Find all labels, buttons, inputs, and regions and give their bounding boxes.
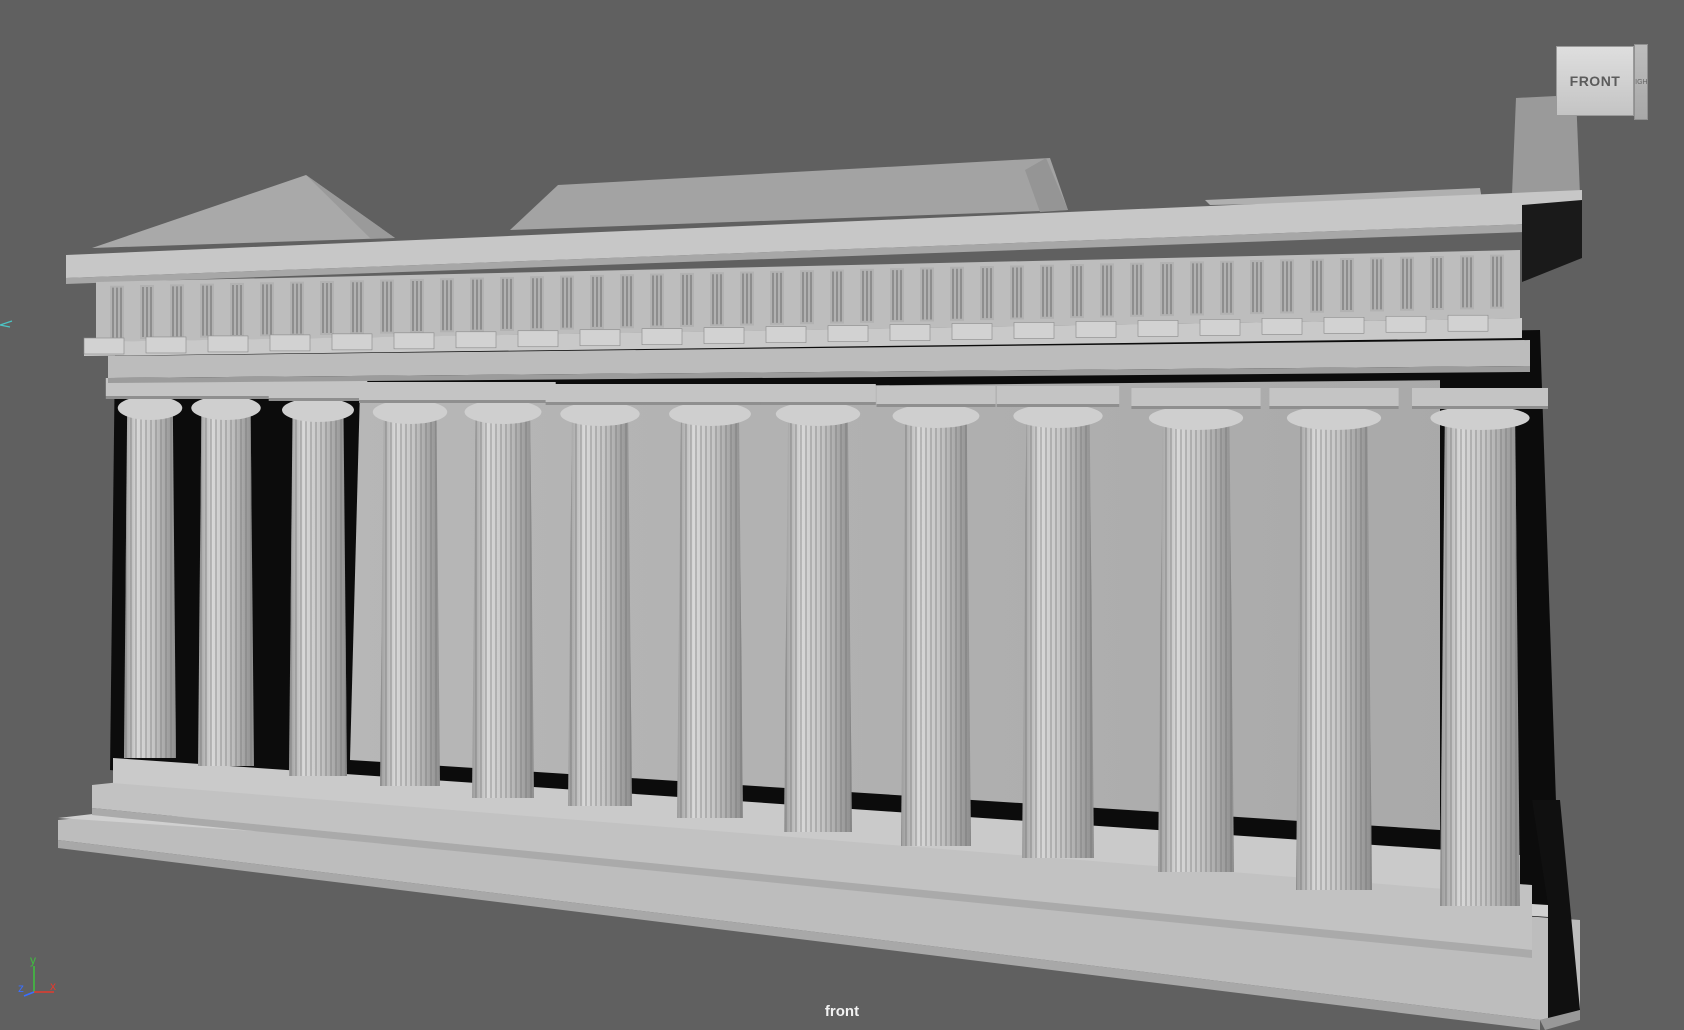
viewcube-right-face[interactable]: RIGHT <box>1634 44 1648 120</box>
mutule <box>703 327 745 344</box>
mutule <box>269 334 311 352</box>
mutule <box>145 336 187 354</box>
axis-gizmo-icon: y z x <box>18 953 56 997</box>
pivot-marker-icon <box>0 320 13 328</box>
viewcube[interactable]: FRONT RIGHT <box>1556 44 1648 120</box>
mutule <box>579 329 621 347</box>
camera-name-label: front <box>824 1003 860 1020</box>
mutule <box>1137 320 1179 337</box>
mutule <box>951 323 993 340</box>
axis-z-label: z <box>18 981 24 995</box>
axis-x-label: x <box>50 979 56 993</box>
mutule <box>517 330 559 348</box>
mutule <box>207 335 249 353</box>
mutule <box>1323 317 1365 334</box>
mutule <box>331 333 373 351</box>
axis-y-label: y <box>30 953 36 967</box>
mutule <box>393 332 435 350</box>
3d-viewport[interactable]: FRONT RIGHT y z x front <box>0 0 1684 1030</box>
mutule <box>1075 321 1117 338</box>
mutule <box>1199 319 1241 336</box>
mutule <box>889 324 931 341</box>
mutule <box>827 325 869 342</box>
mutule <box>1385 315 1427 333</box>
mutule <box>1261 318 1303 335</box>
mutule <box>641 328 683 345</box>
mutule <box>1447 314 1489 332</box>
viewcube-front-face[interactable]: FRONT <box>1556 46 1634 116</box>
mutule <box>765 326 807 343</box>
mutule <box>455 331 497 349</box>
temple-model[interactable] <box>0 0 1684 1030</box>
mutule <box>83 337 125 355</box>
mutule <box>1013 322 1055 339</box>
